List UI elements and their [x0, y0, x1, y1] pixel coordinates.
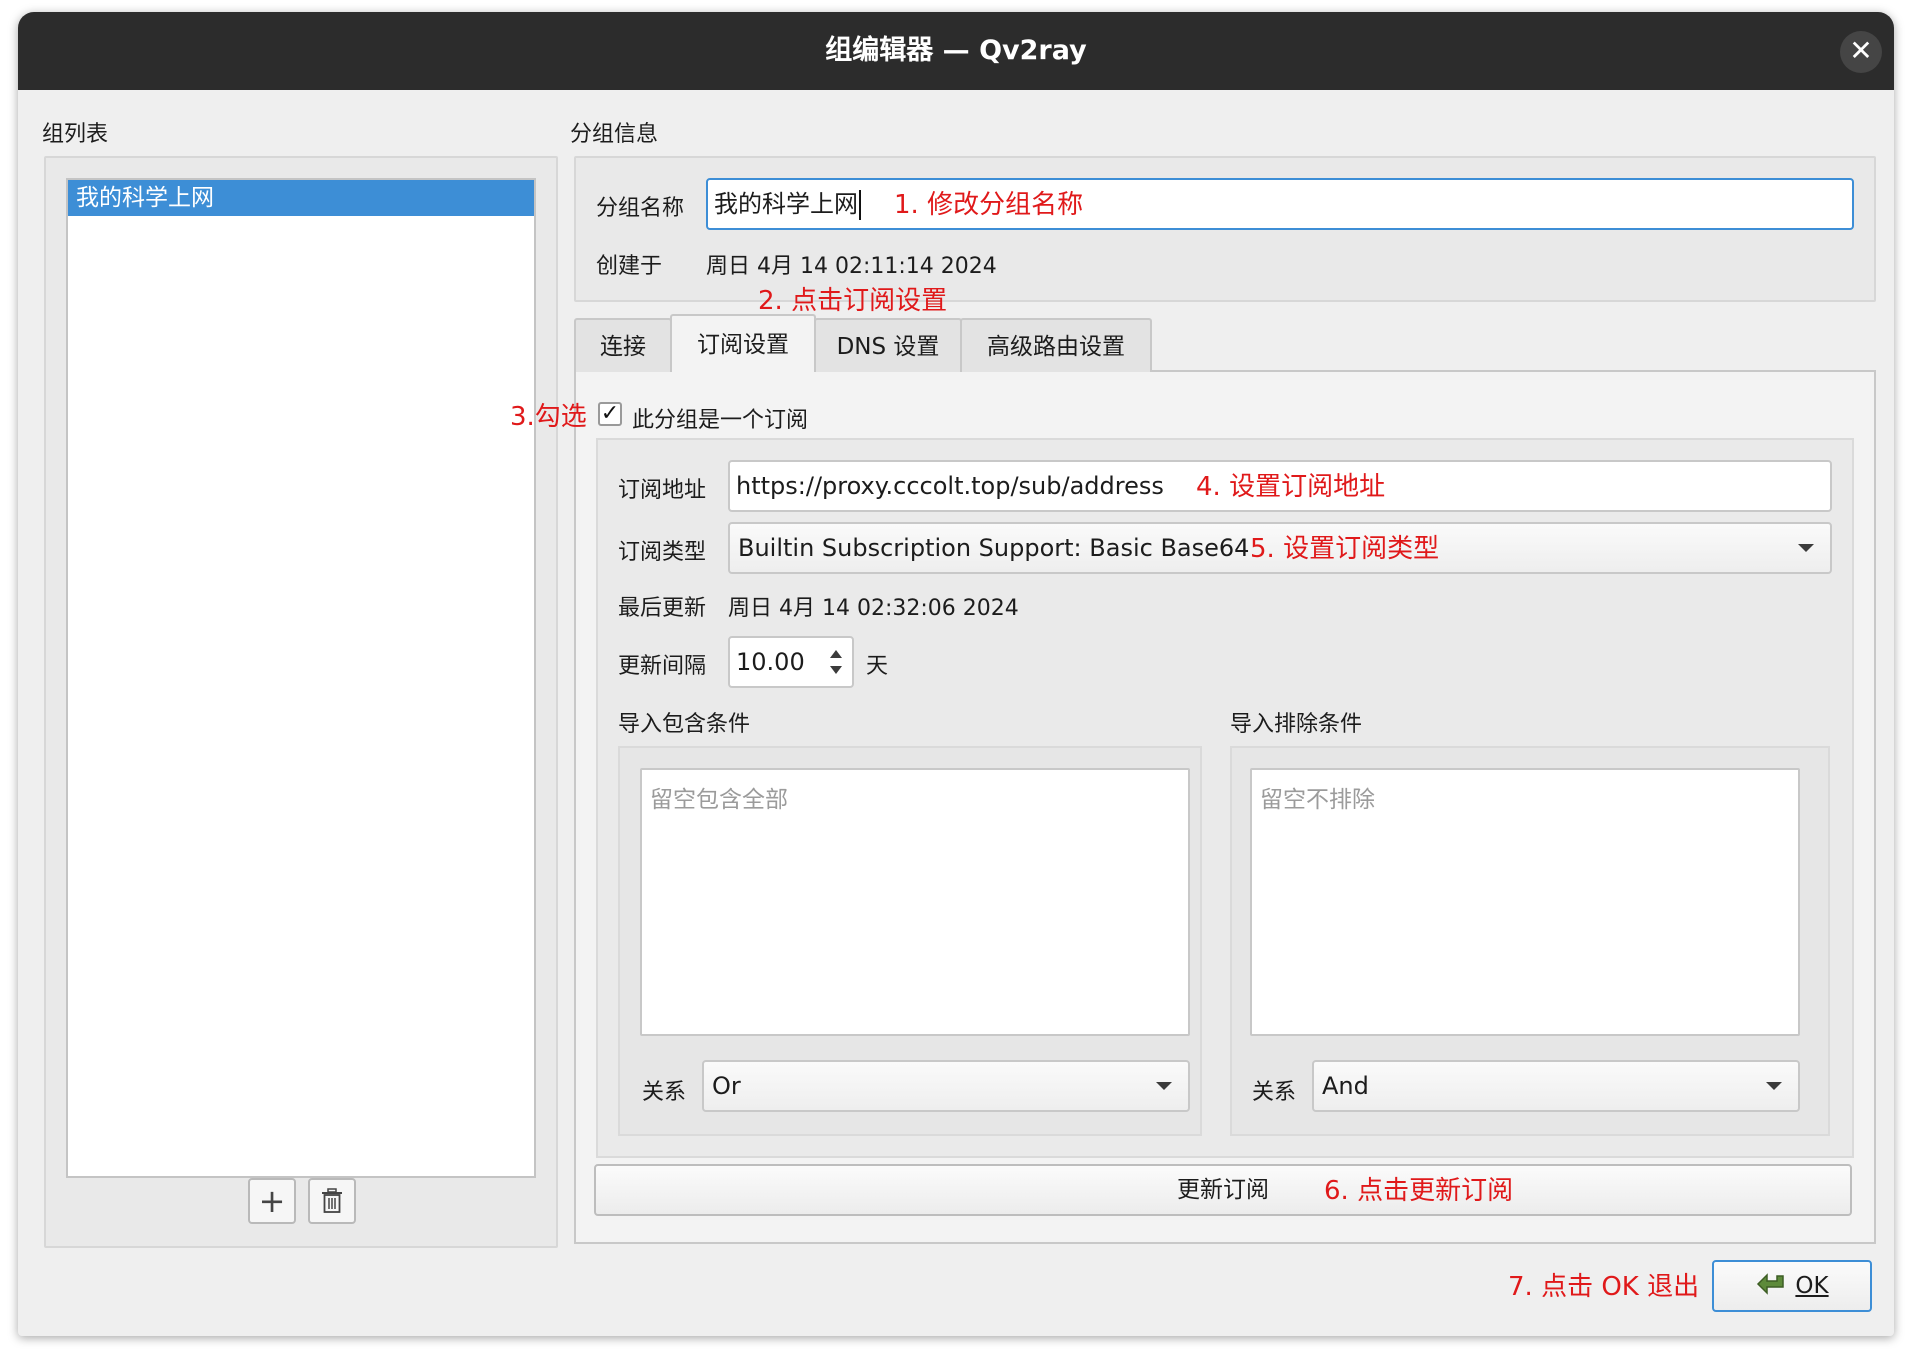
last-update-value: 周日 4月 14 02:32:06 2024 — [728, 596, 1019, 621]
tab-connection[interactable]: 连接 — [574, 318, 672, 372]
exclude-relation-select[interactable]: And — [1312, 1060, 1800, 1112]
annotation-step2: 2. 点击订阅设置 — [758, 286, 948, 316]
exclude-conditions-heading: 导入排除条件 — [1230, 712, 1363, 737]
trash-icon — [322, 1188, 342, 1213]
delete-group-button[interactable] — [308, 1178, 356, 1224]
annotation-step4: 4. 设置订阅地址 — [1196, 472, 1386, 502]
group-list-heading: 组列表 — [42, 122, 109, 147]
include-relation-value: Or — [712, 1072, 741, 1100]
annotation-step6: 6. 点击更新订阅 — [1324, 1176, 1514, 1206]
created-value: 周日 4月 14 02:11:14 2024 — [706, 254, 997, 279]
chevron-down-icon — [1798, 544, 1814, 552]
tab-advanced-routing[interactable]: 高级路由设置 — [960, 318, 1152, 372]
exclude-relation-label: 关系 — [1252, 1080, 1297, 1105]
subscription-checkbox-label: 此分组是一个订阅 — [632, 408, 809, 433]
tab-subscription[interactable]: 订阅设置 — [670, 314, 816, 372]
chevron-down-icon — [1156, 1082, 1172, 1090]
ok-button[interactable]: OK — [1712, 1260, 1872, 1312]
add-group-button[interactable]: + — [248, 1178, 296, 1224]
close-icon: ✕ — [1849, 34, 1873, 67]
update-subscription-label: 更新订阅 — [1177, 1177, 1269, 1203]
window-title: 组编辑器 — Qv2ray — [825, 35, 1087, 66]
group-list[interactable]: 我的科学上网 — [66, 178, 536, 1178]
exclude-conditions-textarea[interactable]: 留空不排除 — [1250, 768, 1800, 1036]
update-interval-value: 10.00 — [736, 648, 805, 676]
created-label: 创建于 — [596, 254, 663, 279]
tab-dns[interactable]: DNS 设置 — [814, 318, 962, 372]
include-conditions-textarea[interactable]: 留空包含全部 — [640, 768, 1190, 1036]
group-info-heading: 分组信息 — [570, 122, 659, 147]
annotation-step7: 7. 点击 OK 退出 — [1508, 1272, 1700, 1302]
close-button[interactable]: ✕ — [1840, 31, 1882, 73]
include-placeholder: 留空包含全部 — [650, 787, 788, 813]
annotation-step5: 5. 设置订阅类型 — [1250, 534, 1440, 564]
exclude-relation-value: And — [1322, 1072, 1369, 1100]
update-interval-label: 更新间隔 — [618, 654, 707, 679]
update-interval-spinbox[interactable]: 10.00 — [728, 636, 854, 688]
update-subscription-button[interactable]: 更新订阅 — [594, 1164, 1852, 1216]
ok-label: OK — [1795, 1273, 1829, 1299]
annotation-step3: 3.勾选 — [510, 402, 587, 432]
group-name-input[interactable]: 我的科学上网 — [706, 178, 1854, 230]
subscription-url-value: https://proxy.cccolt.top/sub/address — [736, 472, 1164, 500]
group-name-label: 分组名称 — [596, 196, 685, 221]
exclude-placeholder: 留空不排除 — [1260, 787, 1375, 813]
chevron-down-icon — [1766, 1082, 1782, 1090]
update-interval-unit: 天 — [866, 654, 889, 679]
subscription-checkbox[interactable]: ✓ — [598, 402, 622, 426]
include-relation-select[interactable]: Or — [702, 1060, 1190, 1112]
annotation-step1: 1. 修改分组名称 — [894, 190, 1084, 220]
subscription-type-label: 订阅类型 — [618, 540, 707, 565]
include-conditions-heading: 导入包含条件 — [618, 712, 751, 737]
subscription-type-value: Builtin Subscription Support: Basic Base… — [738, 534, 1250, 562]
group-name-value: 我的科学上网 — [714, 190, 858, 218]
last-update-label: 最后更新 — [618, 596, 707, 621]
check-icon: ✓ — [600, 401, 620, 426]
spin-arrows-icon[interactable] — [828, 646, 844, 678]
include-relation-label: 关系 — [642, 1080, 687, 1105]
list-item[interactable]: 我的科学上网 — [68, 180, 534, 216]
group-editor-window: 组编辑器 — Qv2ray ✕ 组列表 我的科学上网 + 分组信息 分组名称 我… — [18, 12, 1894, 1336]
arrow-icon — [1757, 1273, 1785, 1295]
plus-icon: + — [258, 1182, 286, 1220]
subscription-url-label: 订阅地址 — [618, 478, 707, 503]
